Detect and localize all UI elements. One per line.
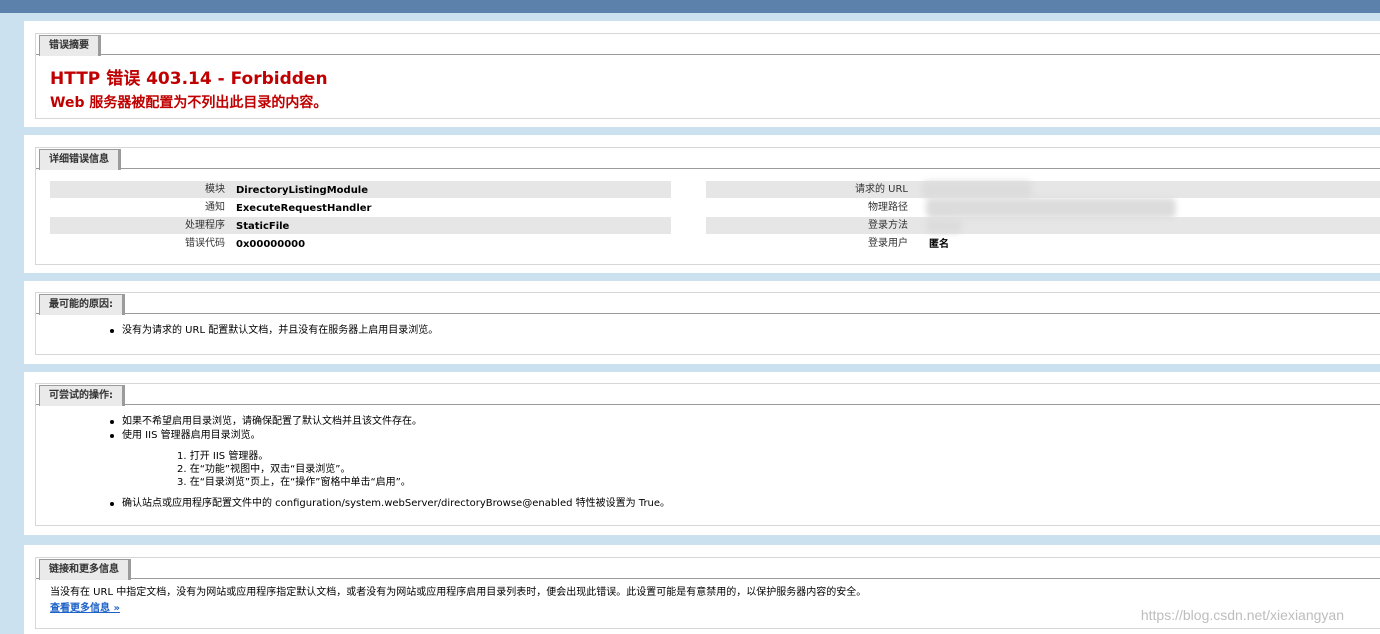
redacted-login-method <box>926 219 962 233</box>
causes-panel: 最可能的原因: 没有为请求的 URL 配置默认文档，并且没有在服务器上启用目录浏… <box>24 281 1380 364</box>
action-item: 使用 IIS 管理器启用目录浏览。 <box>122 430 261 441</box>
actions-box: 可尝试的操作: 如果不希望启用目录浏览，请确保配置了默认文档并且该文件存在。 使… <box>35 383 1380 526</box>
detail-label: 通知 <box>205 202 225 213</box>
detailed-error-box: 详细错误信息 模块 DirectoryListingModule 通知 Exec… <box>35 147 1380 265</box>
detail-row: 请求的 URL <box>706 181 1380 198</box>
more-info-link[interactable]: 查看更多信息 » <box>50 599 120 614</box>
actions-panel: 可尝试的操作: 如果不希望启用目录浏览，请确保配置了默认文档并且该文件存在。 使… <box>24 372 1380 535</box>
bullet <box>110 434 114 438</box>
detail-label: 错误代码 <box>185 238 225 249</box>
tab-underline <box>36 578 1380 579</box>
detail-value: DirectoryListingModule <box>236 185 369 196</box>
tab-likely-causes: 最可能的原因: <box>39 294 123 315</box>
detail-row: 登录方法 <box>706 217 1380 234</box>
tab-underline <box>36 54 1380 55</box>
bullet <box>110 502 114 506</box>
tab-error-summary: 错误摘要 <box>39 35 99 56</box>
redacted-path <box>926 198 1176 218</box>
error-summary-box: 错误摘要 HTTP 错误 403.14 - Forbidden Web 服务器被… <box>35 33 1380 119</box>
tab-things-to-try: 可尝试的操作: <box>39 385 123 406</box>
action-step: 3. 在“目录浏览”页上，在“操作”窗格中单击“启用”。 <box>177 477 411 488</box>
action-step: 2. 在“功能”视图中，双击“目录浏览”。 <box>177 464 351 475</box>
detail-label: 处理程序 <box>185 220 225 231</box>
detail-label: 模块 <box>205 184 225 195</box>
detail-value: ExecuteRequestHandler <box>236 203 372 214</box>
action-item: 如果不希望启用目录浏览，请确保配置了默认文档并且该文件存在。 <box>122 416 422 427</box>
detail-label: 登录用户 <box>868 238 908 249</box>
error-summary-panel: 错误摘要 HTTP 错误 403.14 - Forbidden Web 服务器被… <box>24 21 1380 127</box>
error-subtitle: Web 服务器被配置为不列出此目录的内容。 <box>50 95 328 111</box>
tab-detailed-error: 详细错误信息 <box>39 149 119 170</box>
top-banner <box>0 0 1380 13</box>
action-step: 1. 打开 IIS 管理器。 <box>177 451 269 462</box>
detail-label: 物理路径 <box>868 202 908 213</box>
error-title: HTTP 错误 403.14 - Forbidden <box>50 69 328 89</box>
bullet <box>110 329 114 333</box>
detail-label: 登录方法 <box>868 220 908 231</box>
detail-row: 错误代码 <box>50 235 671 252</box>
tab-underline <box>36 404 1380 405</box>
detail-label: 请求的 URL <box>854 184 908 195</box>
redacted-url <box>922 181 1032 198</box>
detail-value: 0x00000000 <box>236 239 306 250</box>
tab-links-more-info: 链接和更多信息 <box>39 559 129 580</box>
watermark: https://blog.csdn.net/xiexiangyan <box>1140 607 1344 623</box>
detailed-error-panel: 详细错误信息 模块 DirectoryListingModule 通知 Exec… <box>24 135 1380 273</box>
action-item: 确认站点或应用程序配置文件中的 configuration/system.web… <box>122 498 671 509</box>
causes-box: 最可能的原因: 没有为请求的 URL 配置默认文档，并且没有在服务器上启用目录浏… <box>35 292 1380 355</box>
cause-item: 没有为请求的 URL 配置默认文档，并且没有在服务器上启用目录浏览。 <box>122 325 439 336</box>
tab-underline <box>36 313 1380 314</box>
detail-value: 匿名 <box>929 239 949 250</box>
detail-value: StaticFile <box>236 221 290 232</box>
tab-underline <box>36 168 1380 169</box>
detail-row: 登录用户 <box>706 235 1380 252</box>
links-description: 当没有在 URL 中指定文档，没有为网站或应用程序指定默认文档，或者没有为网站或… <box>50 587 867 598</box>
bullet <box>110 420 114 424</box>
detail-row: 处理程序 <box>50 217 671 234</box>
